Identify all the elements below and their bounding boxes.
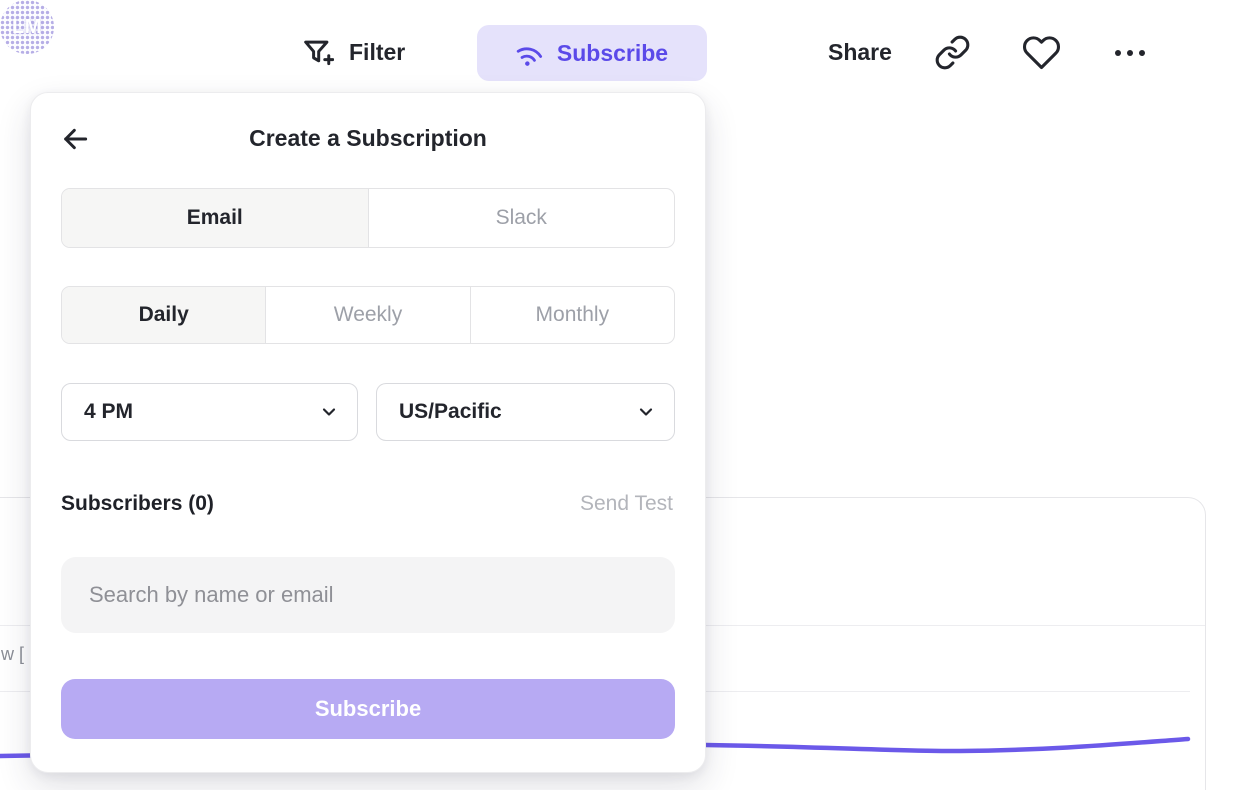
share-label: Share xyxy=(828,39,892,66)
page: w [ Filter Subscribe LM Share xyxy=(0,0,1234,790)
subscribe-label: Subscribe xyxy=(557,40,668,67)
tab-monthly-label: Monthly xyxy=(536,303,610,327)
tab-monthly[interactable]: Monthly xyxy=(471,287,674,343)
time-select-value: 4 PM xyxy=(84,400,133,424)
more-options-button[interactable] xyxy=(1110,38,1150,68)
chevron-down-icon xyxy=(636,402,656,422)
share-button[interactable]: Share xyxy=(828,36,892,68)
tab-slack-label: Slack xyxy=(496,206,547,230)
link-icon xyxy=(934,34,971,71)
subscribe-submit-button[interactable]: Subscribe xyxy=(61,679,675,739)
tab-email[interactable]: Email xyxy=(62,189,369,247)
subscribers-count-label: Subscribers (0) xyxy=(61,492,214,516)
send-test-link[interactable]: Send Test xyxy=(580,492,673,516)
favorite-button[interactable] xyxy=(1022,33,1061,72)
create-subscription-modal: Create a Subscription Email Slack Daily … xyxy=(30,92,706,773)
heart-icon xyxy=(1022,33,1061,72)
tab-weekly[interactable]: Weekly xyxy=(266,287,470,343)
avatar-initials: LM xyxy=(12,16,42,39)
timezone-select[interactable]: US/Pacific xyxy=(376,383,675,441)
user-avatar[interactable]: LM xyxy=(0,0,54,54)
timezone-select-value: US/Pacific xyxy=(399,400,502,424)
copy-link-button[interactable] xyxy=(934,34,971,71)
filter-label: Filter xyxy=(349,39,405,66)
tab-daily[interactable]: Daily xyxy=(62,287,266,343)
frequency-toggle-group: Daily Weekly Monthly xyxy=(61,286,675,344)
subscribe-toolbar-button[interactable]: Subscribe xyxy=(477,25,707,81)
modal-title: Create a Subscription xyxy=(31,125,705,152)
channel-toggle-group: Email Slack xyxy=(61,188,675,248)
chevron-down-icon xyxy=(319,402,339,422)
chart-partial-label: w [ xyxy=(1,644,24,665)
subscriber-search-input[interactable] xyxy=(61,557,675,633)
tab-slack[interactable]: Slack xyxy=(369,189,675,247)
rss-subscribe-icon xyxy=(511,34,548,71)
filter-plus-icon xyxy=(300,35,334,69)
tab-email-label: Email xyxy=(187,206,243,230)
tab-daily-label: Daily xyxy=(139,303,189,327)
more-icon xyxy=(1110,38,1150,68)
time-select[interactable]: 4 PM xyxy=(61,383,358,441)
filter-button[interactable]: Filter xyxy=(300,30,405,74)
tab-weekly-label: Weekly xyxy=(334,303,402,327)
